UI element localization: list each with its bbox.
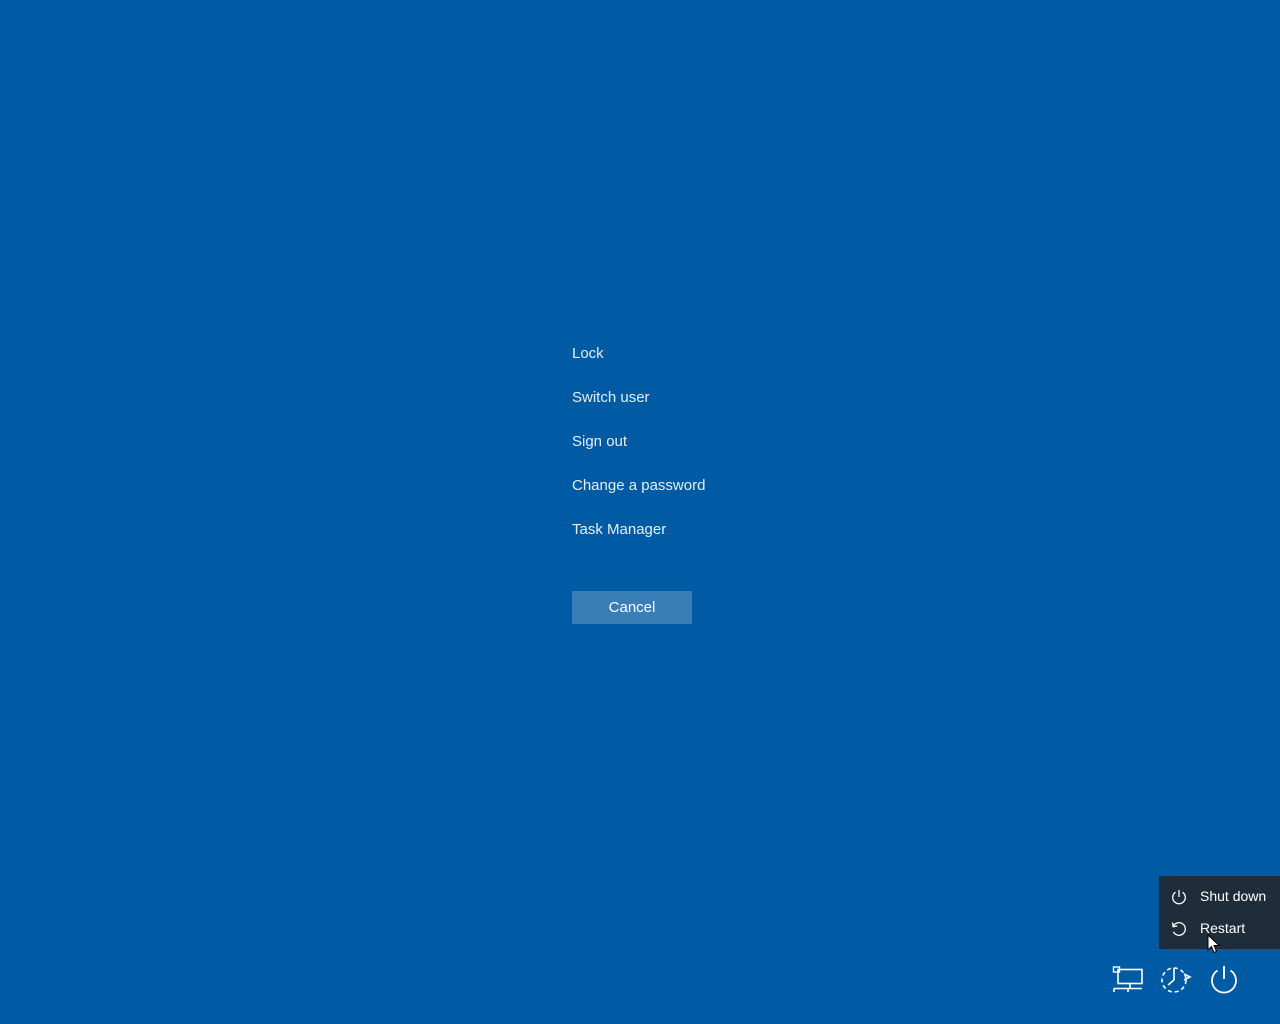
security-options-list: Lock Switch user Sign out Change a passw… (572, 342, 872, 562)
ctrl-alt-del-screen: Lock Switch user Sign out Change a passw… (0, 0, 1280, 1024)
network-icon[interactable] (1111, 962, 1145, 996)
power-icon (1172, 890, 1186, 905)
power-icon[interactable] (1207, 962, 1241, 996)
lock-option[interactable]: Lock (572, 342, 872, 386)
shut-down-label: Shut down (1200, 888, 1267, 904)
sign-out-option[interactable]: Sign out (572, 430, 872, 474)
change-password-option[interactable]: Change a password (572, 474, 872, 518)
power-menu: Shut down Restart (1159, 876, 1280, 949)
ease-of-access-icon[interactable] (1158, 962, 1192, 996)
cancel-button[interactable]: Cancel (572, 591, 692, 624)
switch-user-option[interactable]: Switch user (572, 386, 872, 430)
restart-icon (1171, 922, 1186, 936)
task-manager-option[interactable]: Task Manager (572, 518, 872, 562)
restart-menu-item[interactable]: Restart (1159, 912, 1280, 944)
restart-label: Restart (1200, 920, 1246, 936)
shut-down-menu-item[interactable]: Shut down (1159, 880, 1280, 912)
